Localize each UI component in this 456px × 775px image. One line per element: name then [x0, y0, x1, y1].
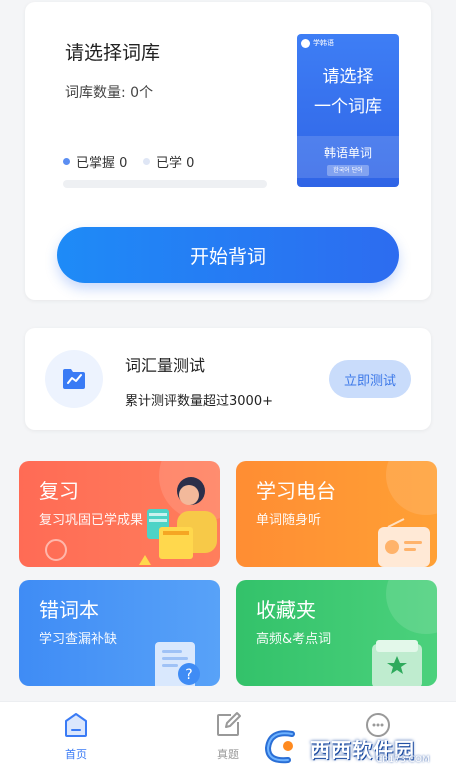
test-description: 累计测评数量超过3000+ — [125, 394, 273, 409]
app-logo-icon — [301, 38, 310, 48]
test-title: 词汇量测试 — [125, 356, 206, 375]
book-line2: 一个词库 — [314, 97, 382, 117]
start-test-button[interactable]: 立即测试 — [329, 360, 411, 398]
start-button[interactable]: 开始背词 — [57, 227, 399, 283]
home-icon — [65, 713, 87, 737]
test-icon-circle — [45, 350, 103, 408]
wrong-words-tile[interactable]: 错词本 学习查漏补缺 ? — [19, 580, 220, 686]
learned-label: 已学 0 — [156, 156, 195, 171]
nav-home-label: 首页 — [65, 748, 87, 761]
nav-home[interactable]: 首页 — [46, 710, 106, 762]
book-badge: 学韩语 — [301, 38, 334, 48]
radio-subtitle: 单词随身听 — [256, 513, 322, 528]
decor-bubble — [386, 461, 437, 515]
radio-icon — [378, 518, 430, 567]
vocab-count: 词库数量: 0个 — [65, 85, 154, 101]
star-folder-icon — [372, 640, 422, 686]
progress-bar — [63, 180, 267, 188]
nav-questions-label: 真题 — [217, 748, 239, 761]
nav-questions[interactable]: 真题 — [198, 710, 258, 762]
book-subtitle: 韩语单词 — [323, 146, 372, 160]
book-tag: 한국어 단어 — [327, 165, 369, 176]
book-badge-label: 学韩语 — [313, 39, 334, 47]
favorites-title: 收藏夹 — [256, 598, 316, 622]
mastered-dot-icon — [63, 158, 70, 165]
favorites-tile[interactable]: 收藏夹 高频&考点词 — [236, 580, 437, 686]
review-tile[interactable]: 复习 复习巩固已学成果 — [19, 461, 220, 567]
vocab-title: 请选择词库 — [65, 42, 161, 64]
learned-dot-icon — [143, 158, 150, 165]
decor-bubble — [386, 580, 437, 634]
ring-icon — [45, 539, 67, 561]
favorites-subtitle: 高频&考点词 — [256, 632, 332, 647]
wrong-words-subtitle: 学习查漏补缺 — [39, 632, 118, 647]
svg-text:?: ? — [185, 667, 192, 683]
review-subtitle: 复习巩固已学成果 — [39, 513, 144, 528]
watermark-domain: CR173.COM — [376, 755, 430, 765]
book-cover[interactable]: 学韩语 请选择 一个词库 韩语单词 한국어 단어 — [297, 34, 399, 187]
stat-mastered: 已掌握 0 — [63, 152, 127, 171]
review-title: 复习 — [39, 479, 79, 503]
question-document-icon: ? — [155, 642, 200, 686]
vocab-test-card[interactable]: 词汇量测试 累计测评数量超过3000+ 立即测试 — [25, 328, 431, 430]
mastered-label: 已掌握 0 — [76, 156, 128, 171]
radio-title: 学习电台 — [256, 479, 336, 503]
trend-chart-icon — [63, 369, 85, 389]
watermark: 西西软件园 CR173.COM — [258, 724, 448, 768]
book-line1: 请选择 — [322, 67, 374, 87]
watermark-logo-icon — [264, 730, 295, 764]
edit-icon — [217, 712, 241, 736]
vocab-card: 请选择词库 词库数量: 0个 已掌握 0 已学 0 学韩语 请选择 一个词库 韩… — [25, 2, 431, 300]
reader-illustration-icon — [139, 477, 217, 565]
stat-learned: 已学 0 — [143, 152, 194, 171]
study-radio-tile[interactable]: 学习电台 单词随身听 — [236, 461, 437, 567]
wrong-words-title: 错词本 — [39, 598, 99, 622]
